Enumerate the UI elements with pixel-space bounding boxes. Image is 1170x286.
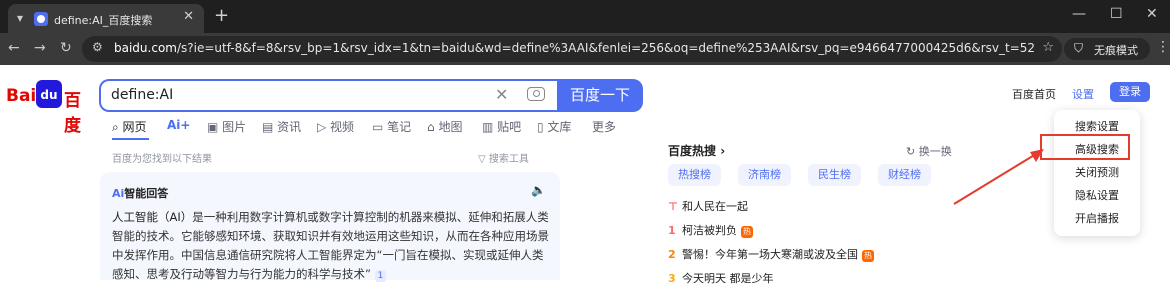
tab-wenku-label: 文库 — [547, 120, 572, 134]
clear-icon[interactable]: ✕ — [495, 85, 508, 104]
hot-search-panel: 百度热搜 › ↻ 换一换 热搜榜 济南榜 民生榜 财经榜 ⊤ 和人民在一起 1 柯洁… — [668, 140, 958, 285]
ai-answer-card: Ai智能回答 🔈 人工智能（AI）是一种利用数字计算机或数字计算控制的机器来模拟… — [100, 172, 560, 282]
tab-images[interactable]: ▣ 图片 — [207, 118, 246, 135]
ai-answer-title-text: 智能回答 — [124, 187, 169, 200]
bookmark-star-icon[interactable]: ☆ — [1042, 40, 1054, 55]
baidu-logo[interactable]: Bai du 百度 — [6, 80, 91, 136]
hot-item[interactable]: 2 警惕！今年第一场大寒潮或波及全国热 — [668, 246, 874, 262]
paw-icon: du — [36, 80, 62, 108]
menu-item-broadcast[interactable]: 开启播报 — [1054, 210, 1140, 226]
hot-item-text: 警惕！今年第一场大寒潮或波及全国 — [682, 248, 858, 261]
hot-item-text: 和人民在一起 — [682, 200, 748, 213]
forward-icon[interactable]: → — [34, 40, 46, 56]
baidu-home-link[interactable]: 百度首页 — [1012, 86, 1056, 102]
search-tools-button[interactable]: ▽ 搜索工具 — [478, 150, 529, 165]
site-info-icon[interactable]: ⚙ — [92, 40, 103, 54]
tab-ai-label: Ai+ — [167, 118, 191, 132]
url-host: baidu.com — [114, 41, 177, 55]
url-text: baidu.com/s?ie=utf-8&f=8&rsv_bp=1&rsv_id… — [114, 41, 1034, 55]
result-hint: 百度为您找到以下结果 — [112, 154, 212, 165]
incognito-label: 无痕模式 — [1094, 44, 1138, 57]
incognito-icon: ⛉ — [1074, 41, 1084, 55]
menu-item-privacy[interactable]: 隐私设置 — [1054, 187, 1140, 203]
logo-text-right: 百度 — [64, 91, 81, 136]
reload-icon[interactable]: ↻ — [60, 40, 72, 56]
new-tab-icon[interactable]: + — [214, 5, 229, 26]
chip-hot[interactable]: 热搜榜 — [668, 164, 721, 186]
incognito-badge[interactable]: ⛉ 无痕模式 — [1064, 38, 1150, 60]
refresh-label: 换一换 — [918, 145, 952, 158]
chip-finance[interactable]: 财经榜 — [878, 164, 931, 186]
tab-news-label: 资讯 — [277, 120, 302, 134]
tab-tieba[interactable]: ▥ 贴吧 — [482, 118, 521, 135]
ai-answer-title: Ai智能回答 — [112, 185, 168, 201]
hot-item[interactable]: ⊤ 和人民在一起 — [668, 198, 748, 214]
tab-bar: ▾ define:AI_百度搜索 ✕ + — ☐ ✕ — [0, 0, 1170, 33]
hot-item-rank: 1 — [668, 224, 676, 237]
browser-tab[interactable]: ▾ define:AI_百度搜索 ✕ — [8, 4, 204, 33]
highlight-box — [1040, 134, 1130, 160]
tab-tieba-label: 贴吧 — [497, 120, 522, 134]
hot-badge: 热 — [862, 250, 874, 262]
citation-badge[interactable]: 1 — [374, 270, 387, 282]
tab-notes-label: 笔记 — [387, 120, 412, 134]
tab-web[interactable]: ⌕ 网页 — [112, 118, 147, 135]
speaker-icon[interactable]: 🔈 — [531, 183, 546, 197]
refresh-button[interactable]: ↻ 换一换 — [906, 143, 952, 159]
settings-menu: 搜索设置 高级搜索 关闭预测 隐私设置 开启播报 — [1054, 110, 1140, 236]
hot-search-title[interactable]: 百度热搜 › — [668, 142, 725, 159]
hot-item-rank: 2 — [668, 248, 676, 261]
address-bar: ← → ↻ ⚙ baidu.com/s?ie=utf-8&f=8&rsv_bp=… — [0, 33, 1170, 65]
url-path: /s?ie=utf-8&f=8&rsv_bp=1&rsv_idx=1&tn=ba… — [176, 41, 1034, 55]
tab-map[interactable]: ⌂ 地图 — [427, 118, 462, 135]
tab-news[interactable]: ▤ 资讯 — [262, 118, 301, 135]
tab-title: define:AI_百度搜索 — [54, 14, 153, 27]
ai-answer-term: 人工智能（AI） — [112, 210, 193, 224]
tab-images-label: 图片 — [222, 120, 247, 134]
chip-jinan[interactable]: 济南榜 — [738, 164, 791, 186]
login-button[interactable]: 登录 — [1110, 82, 1150, 102]
tab-web-label: 网页 — [122, 120, 147, 134]
hot-item-rank: 3 — [668, 272, 676, 285]
browser-menu-icon[interactable]: ⋮ — [1156, 39, 1170, 55]
pin-icon: ⊤ — [668, 200, 679, 213]
annotation-arrow-icon — [953, 149, 1044, 205]
maximize-icon[interactable]: ☐ — [1110, 6, 1123, 22]
tab-notes[interactable]: ▭ 笔记 — [372, 118, 411, 135]
hot-item[interactable]: 3 今天明天 都是少年 — [668, 270, 774, 286]
close-tab-icon[interactable]: ✕ — [183, 9, 194, 24]
url-field[interactable]: ⚙ baidu.com/s?ie=utf-8&f=8&rsv_bp=1&rsv_… — [82, 36, 1062, 62]
search-input[interactable]: define:AI ✕ — [99, 79, 557, 112]
logo-text-left: Bai — [6, 86, 37, 106]
ai-logo-text: Ai — [112, 187, 125, 200]
tab-groups-icon[interactable]: ▾ — [17, 11, 23, 25]
tab-more-label: 更多 — [592, 120, 617, 134]
settings-link[interactable]: 设置 — [1072, 86, 1094, 102]
hot-search-title-text: 百度热搜 — [668, 144, 717, 158]
camera-icon[interactable] — [527, 87, 545, 101]
tab-ai[interactable]: Ai+ — [167, 118, 190, 132]
ai-answer-body: 人工智能（AI）是一种利用数字计算机或数字计算控制的机器来模拟、延伸和拓展人类智… — [112, 208, 552, 284]
hot-badge: 热 — [741, 226, 753, 238]
active-tab-underline — [112, 138, 149, 140]
hot-item-text: 柯洁被判负 — [682, 224, 737, 237]
tab-video-label: 视频 — [330, 120, 355, 134]
tab-more[interactable]: 更多 — [592, 118, 616, 135]
search-tools-label: 搜索工具 — [488, 154, 529, 165]
chip-minsheng[interactable]: 民生榜 — [808, 164, 861, 186]
hot-item[interactable]: 1 柯洁被判负热 — [668, 222, 753, 238]
tab-video[interactable]: ▷ 视频 — [317, 118, 354, 135]
tab-map-label: 地图 — [438, 120, 463, 134]
tab-wenku[interactable]: ▯ 文库 — [537, 118, 571, 135]
back-icon[interactable]: ← — [8, 40, 20, 56]
menu-item-disable-prediction[interactable]: 关闭预测 — [1054, 164, 1140, 180]
close-window-icon[interactable]: ✕ — [1146, 6, 1158, 22]
menu-item-search-settings[interactable]: 搜索设置 — [1054, 118, 1140, 134]
baidu-favicon-icon — [34, 12, 48, 26]
search-button[interactable]: 百度一下 — [557, 79, 643, 112]
search-query: define:AI — [111, 87, 174, 103]
minimize-icon[interactable]: — — [1072, 6, 1086, 22]
hot-item-text: 今天明天 都是少年 — [682, 272, 774, 285]
